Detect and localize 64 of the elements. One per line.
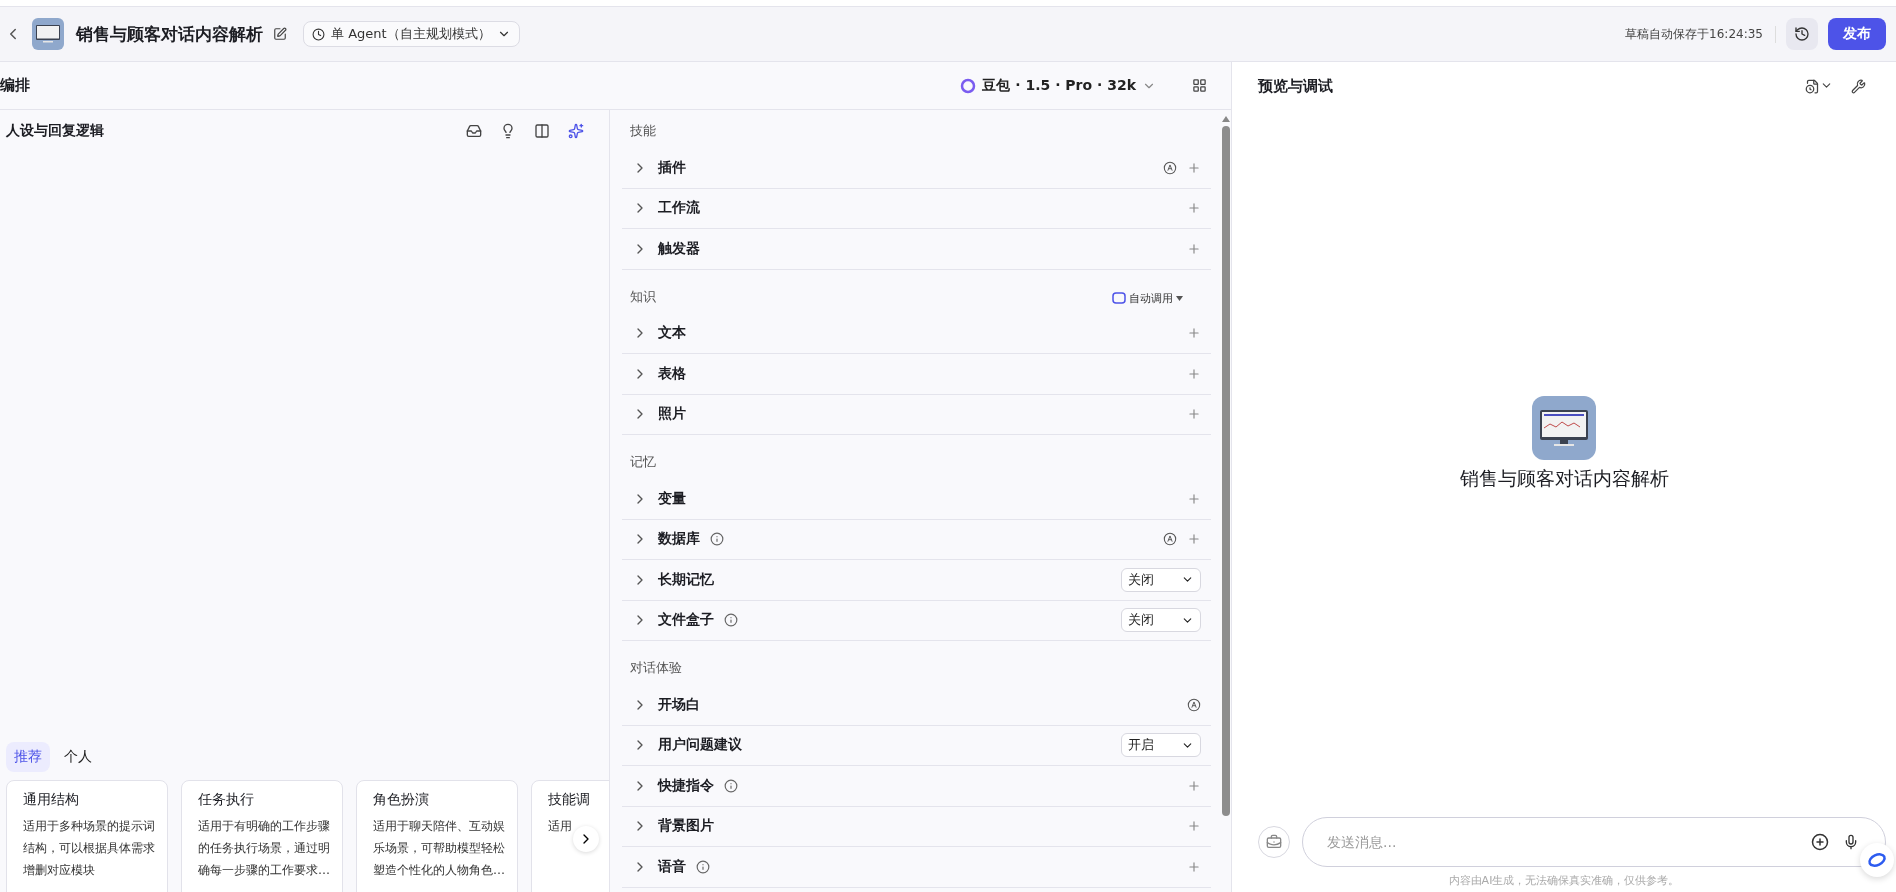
disclaimer: 内容由AI生成，无法确保真实准确，仅供参考。: [1447, 873, 1681, 889]
template-card[interactable]: 技能调 适用: [531, 780, 609, 892]
section-heading: 技能: [630, 122, 656, 140]
arrange-heading: 编排: [0, 76, 30, 95]
toggle-dropdown[interactable]: 开启: [1121, 733, 1201, 758]
card-description: 适用于多种场景的提示词结构，可以根据具体需求增删对应模块: [23, 818, 156, 879]
row-label: 语音: [658, 857, 686, 876]
skill-row[interactable]: 用户问题建议 开启: [622, 725, 1211, 766]
row-label: 工作流: [658, 199, 700, 218]
card-title: 技能调: [548, 791, 591, 809]
section-heading: 知识: [630, 287, 656, 306]
template-card[interactable]: 任务执行 适用于有明确的工作步骤的任务执行场景，通过明确每一步骤的工作要求…: [181, 780, 343, 892]
row-label: 背景图片: [658, 817, 714, 836]
row-label: 文本: [658, 324, 686, 343]
auto-call-dropdown[interactable]: 自动调用: [1112, 290, 1183, 306]
section-heading: 记忆: [630, 453, 656, 471]
skill-row[interactable]: 文本: [622, 313, 1211, 354]
skill-row[interactable]: 背景图片: [622, 806, 1211, 847]
skill-row[interactable]: 触发器: [622, 229, 1211, 270]
bot-title: 销售与顾客对话内容解析: [76, 22, 263, 46]
row-label: 触发器: [658, 239, 700, 258]
row-label: 变量: [658, 489, 686, 508]
toggle-dropdown[interactable]: 关闭: [1121, 567, 1201, 592]
section-heading: 对话体验: [630, 659, 682, 677]
row-label: 快捷指令: [658, 776, 714, 795]
template-card[interactable]: 角色扮演 适用于聊天陪伴、互动娱乐场景，可帮助模型轻松塑造个性化的人物角色…: [356, 780, 518, 892]
skill-row[interactable]: 数据库: [622, 519, 1211, 560]
skill-row[interactable]: 语音: [622, 847, 1211, 888]
row-label: 插件: [658, 158, 686, 177]
preview-heading: 预览与调试: [1258, 76, 1333, 96]
skill-row[interactable]: 开场白: [622, 685, 1211, 726]
template-tab[interactable]: 推荐: [6, 742, 50, 772]
row-label: 文件盒子: [658, 611, 714, 630]
card-title: 角色扮演: [373, 791, 430, 809]
save-status: 草稿自动保存于16:24:35: [1625, 25, 1776, 43]
row-label: 表格: [658, 364, 686, 383]
message-input[interactable]: 发送消息...: [1325, 833, 1797, 851]
skill-row[interactable]: 插件: [622, 148, 1211, 189]
mode-dropdown[interactable]: 单 Agent（自主规划模式）: [303, 21, 520, 47]
persona-heading: 人设与回复逻辑: [6, 122, 105, 140]
message-box[interactable]: 发送消息...: [1302, 817, 1886, 867]
skill-row[interactable]: 照片: [622, 394, 1211, 435]
skill-row[interactable]: 文件盒子 关闭: [622, 600, 1211, 641]
card-title: 任务执行: [198, 791, 255, 809]
template-card[interactable]: 通用结构 适用于多种场景的提示词结构，可以根据具体需求增删对应模块: [6, 780, 168, 892]
publish-button[interactable]: 发布: [1828, 18, 1886, 50]
row-label: 用户问题建议: [658, 736, 742, 755]
skill-row[interactable]: 长期记忆 关闭: [622, 560, 1211, 601]
skill-row[interactable]: 表格: [622, 354, 1211, 395]
bot-name: 销售与顾客对话内容解析: [1459, 465, 1669, 491]
row-label: 长期记忆: [658, 570, 714, 589]
card-title: 通用结构: [23, 791, 80, 809]
card-description: 适用: [548, 818, 573, 835]
skill-row[interactable]: 工作流: [622, 188, 1211, 229]
card-description: 适用于有明确的工作步骤的任务执行场景，通过明确每一步骤的工作要求…: [198, 818, 331, 879]
template-tab[interactable]: 个人: [56, 742, 100, 772]
model-selector[interactable]: 豆包 · 1.5 · Pro · 32k: [954, 75, 1162, 96]
card-description: 适用于聊天陪伴、互动娱乐场景，可帮助模型轻松塑造个性化的人物角色…: [373, 818, 506, 879]
row-label: 数据库: [658, 530, 700, 549]
row-label: 照片: [658, 405, 686, 424]
skill-row[interactable]: 变量: [622, 479, 1211, 520]
skill-row[interactable]: 快捷指令: [622, 766, 1211, 807]
row-label: 开场白: [658, 695, 700, 714]
toggle-dropdown[interactable]: 关闭: [1121, 608, 1201, 633]
